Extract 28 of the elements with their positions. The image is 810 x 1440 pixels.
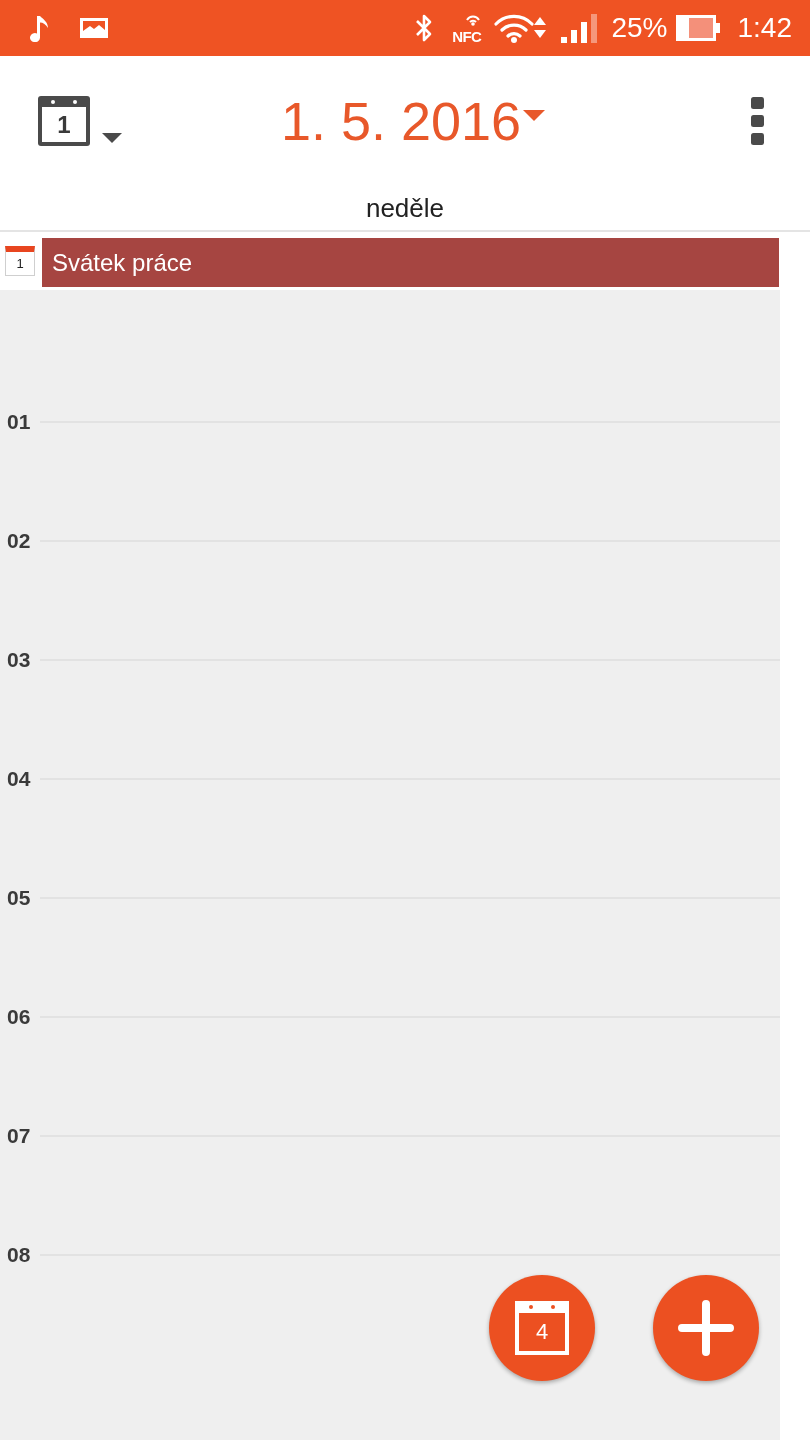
overflow-menu-icon — [751, 97, 764, 145]
calendar-icon: 1 — [5, 246, 35, 276]
signal-icon — [561, 13, 598, 43]
calendar-icon: 4 — [515, 1301, 569, 1355]
caret-icon — [523, 109, 546, 121]
more-options-button[interactable] — [751, 97, 764, 145]
hour-label: 06 — [7, 1004, 32, 1030]
date-picker-button[interactable]: 1. 5. 2016 — [280, 94, 546, 148]
battery-icon — [675, 15, 720, 41]
weekday-label: neděle — [365, 193, 445, 223]
plus-icon — [678, 1300, 734, 1356]
hour-label: 05 — [7, 885, 32, 911]
battery-percent: 25% — [611, 12, 668, 44]
hour-label: 03 — [7, 647, 32, 673]
image-icon — [80, 18, 108, 38]
nfc-label: NFC — [452, 29, 482, 45]
view-switch-button[interactable]: 1 — [38, 96, 122, 146]
hour-label: 04 — [7, 766, 32, 792]
clock-time: 1:42 — [737, 12, 792, 44]
hour-label: 02 — [7, 528, 32, 554]
hour-label: 01 — [7, 409, 32, 435]
music-note-icon — [28, 14, 50, 42]
nfc-arcs-icon — [465, 13, 482, 27]
caret-icon — [102, 133, 122, 143]
hour-label: 08 — [7, 1242, 32, 1268]
hour-label: 07 — [7, 1123, 32, 1149]
calendar-icon: 1 — [38, 96, 90, 146]
event-bar[interactable]: Svátek práce — [42, 238, 779, 287]
